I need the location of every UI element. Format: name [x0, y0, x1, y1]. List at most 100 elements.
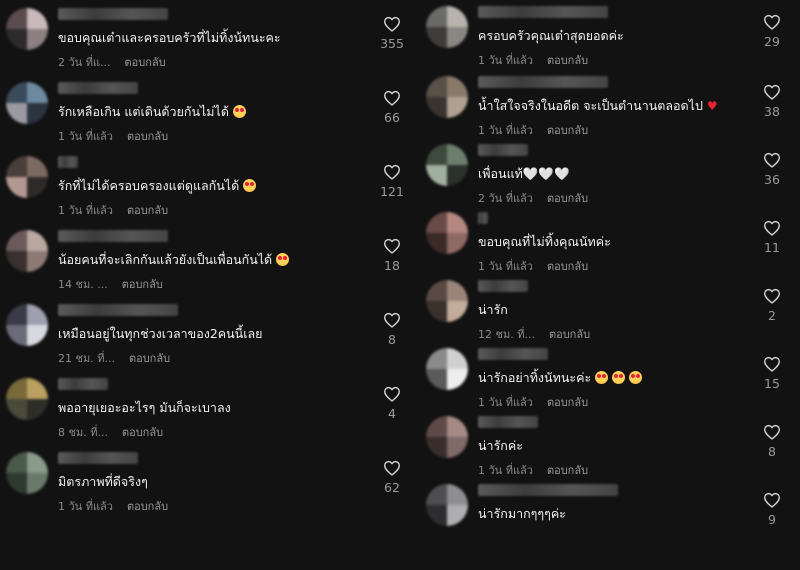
- heart-outline-icon[interactable]: [763, 152, 781, 168]
- username-blurred[interactable]: [478, 416, 538, 428]
- reply-button[interactable]: ตอบกลับ: [547, 464, 588, 477]
- heart-outline-icon[interactable]: [763, 356, 781, 372]
- heart-eyes-emoji-icon: [612, 371, 626, 384]
- avatar[interactable]: [6, 452, 48, 494]
- heart-eyes-emoji-icon: [243, 179, 257, 192]
- comment-item: เพื่อนแท้🤍🤍🤍 2 วัน ที่แล้ว ตอบกลับ 36: [420, 144, 800, 230]
- heart-outline-icon[interactable]: [763, 424, 781, 440]
- like-button[interactable]: 15: [752, 356, 792, 391]
- comment-meta: 1 วัน ที่แล้ว ตอบกลับ: [478, 393, 588, 411]
- comment-meta: 1 วัน ที่แล้ว ตอบกลับ: [478, 51, 588, 69]
- comment-meta: 1 วัน ที่แล้ว ตอบกลับ: [58, 201, 168, 219]
- like-button[interactable]: 18: [372, 238, 412, 273]
- like-button[interactable]: 38: [752, 84, 792, 119]
- like-button[interactable]: 8: [372, 312, 412, 347]
- heart-outline-icon[interactable]: [763, 288, 781, 304]
- username-blurred[interactable]: [58, 304, 178, 316]
- username-blurred[interactable]: [58, 230, 168, 242]
- username-blurred[interactable]: [478, 280, 528, 292]
- username-blurred[interactable]: [58, 452, 138, 464]
- like-button[interactable]: 62: [372, 460, 412, 495]
- heart-outline-icon[interactable]: [383, 312, 401, 328]
- heart-eyes-emoji-icon: [232, 105, 246, 118]
- avatar[interactable]: [426, 280, 468, 322]
- reply-button[interactable]: ตอบกลับ: [129, 352, 170, 365]
- reply-button[interactable]: ตอบกลับ: [122, 278, 163, 291]
- avatar[interactable]: [426, 416, 468, 458]
- avatar[interactable]: [426, 76, 468, 118]
- heart-outline-icon[interactable]: [763, 84, 781, 100]
- reply-button[interactable]: ตอบกลับ: [127, 204, 168, 217]
- heart-outline-icon[interactable]: [383, 90, 401, 106]
- reply-button[interactable]: ตอบกลับ: [547, 192, 588, 205]
- like-button[interactable]: 4: [372, 386, 412, 421]
- username-blurred[interactable]: [478, 348, 548, 360]
- username-blurred[interactable]: [478, 484, 618, 496]
- reply-button[interactable]: ตอบกลับ: [125, 56, 166, 69]
- heart-outline-icon[interactable]: [383, 16, 401, 32]
- avatar[interactable]: [426, 6, 468, 48]
- comment-meta: 1 วัน ที่แล้ว ตอบกลับ: [58, 497, 168, 515]
- heart-outline-icon[interactable]: [763, 220, 781, 236]
- like-button[interactable]: 66: [372, 90, 412, 125]
- reply-button[interactable]: ตอบกลับ: [122, 426, 163, 439]
- avatar[interactable]: [6, 156, 48, 198]
- like-count: 355: [380, 36, 404, 51]
- username-blurred[interactable]: [478, 76, 608, 88]
- reply-button[interactable]: ตอบกลับ: [547, 54, 588, 67]
- username-blurred[interactable]: [478, 6, 608, 18]
- comment-text: น่ารักมากๆๆๆค่ะ: [478, 506, 566, 521]
- avatar[interactable]: [426, 144, 468, 186]
- avatar[interactable]: [6, 82, 48, 124]
- reply-button[interactable]: ตอบกลับ: [547, 124, 588, 137]
- avatar[interactable]: [6, 230, 48, 272]
- avatar[interactable]: [6, 304, 48, 346]
- like-count: 66: [384, 110, 400, 125]
- comment-meta: 2 วัน ที่แล้ว ตอบกลับ: [478, 189, 588, 207]
- like-count: 15: [764, 376, 780, 391]
- heart-outline-icon[interactable]: [383, 238, 401, 254]
- username-blurred[interactable]: [478, 144, 528, 156]
- avatar[interactable]: [426, 348, 468, 390]
- username-blurred[interactable]: [58, 8, 168, 20]
- comment-meta: 2 วัน ที่แ... ตอบกลับ: [58, 53, 166, 71]
- heart-outline-icon[interactable]: [763, 492, 781, 508]
- username-blurred[interactable]: [58, 378, 108, 390]
- like-button[interactable]: 2: [752, 288, 792, 323]
- comment-meta: 14 ชม. ... ตอบกลับ: [58, 275, 163, 293]
- username-blurred[interactable]: [58, 82, 138, 94]
- like-count: 8: [768, 444, 776, 459]
- like-count: 9: [768, 512, 776, 527]
- comment-text: มิตรภาพที่ดีจริงๆ: [58, 474, 148, 489]
- heart-outline-icon[interactable]: [763, 14, 781, 30]
- comment-item: น่ารักมากๆๆๆค่ะ 9: [420, 484, 800, 570]
- reply-button[interactable]: ตอบกลับ: [127, 500, 168, 513]
- avatar[interactable]: [426, 212, 468, 254]
- heart-outline-icon[interactable]: [383, 164, 401, 180]
- comment-item: ครอบครัวคุณเต๋าสุดยอดค่ะ 1 วัน ที่แล้ว ตอบ…: [420, 6, 800, 92]
- like-button[interactable]: 29: [752, 14, 792, 49]
- like-button[interactable]: 355: [372, 16, 412, 51]
- comment-timestamp: 1 วัน ที่แล้ว: [58, 500, 113, 513]
- reply-button[interactable]: ตอบกลับ: [547, 260, 588, 273]
- comment-text: น่ารัก: [478, 302, 508, 317]
- comment-timestamp: 1 วัน ที่แล้ว: [58, 204, 113, 217]
- username-blurred[interactable]: [58, 156, 78, 168]
- like-button[interactable]: 121: [372, 164, 412, 199]
- like-button[interactable]: 11: [752, 220, 792, 255]
- like-count: 36: [764, 172, 780, 187]
- heart-outline-icon[interactable]: [383, 460, 401, 476]
- comment-meta: 1 วัน ที่แล้ว ตอบกลับ: [478, 461, 588, 479]
- like-count: 11: [764, 240, 780, 255]
- avatar[interactable]: [6, 378, 48, 420]
- avatar[interactable]: [426, 484, 468, 526]
- reply-button[interactable]: ตอบกลับ: [547, 396, 588, 409]
- like-button[interactable]: 8: [752, 424, 792, 459]
- reply-button[interactable]: ตอบกลับ: [127, 130, 168, 143]
- like-button[interactable]: 36: [752, 152, 792, 187]
- avatar[interactable]: [6, 8, 48, 50]
- reply-button[interactable]: ตอบกลับ: [549, 328, 590, 341]
- username-blurred[interactable]: [478, 212, 488, 224]
- comment-item: น่ารัก 12 ชม. ที่... ตอบกลับ 2: [420, 280, 800, 366]
- heart-outline-icon[interactable]: [383, 386, 401, 402]
